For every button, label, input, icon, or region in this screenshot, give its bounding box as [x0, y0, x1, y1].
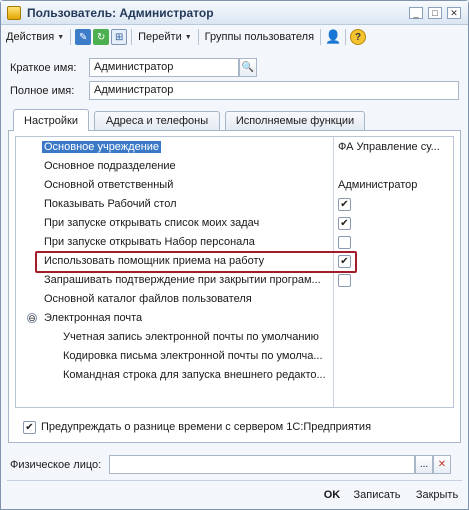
settings-row[interactable]: Основной ответственный Администратор [16, 176, 453, 195]
minimize-button[interactable]: _ [409, 7, 423, 19]
title-bar: Пользователь: Администратор _ □ ✕ [1, 1, 468, 25]
settings-row[interactable]: Командная строка для запуска внешнего ре… [16, 366, 453, 385]
toolbar-separator [197, 29, 199, 45]
go-label: Перейти [138, 31, 182, 43]
settings-checkbox[interactable]: ✔ [338, 198, 351, 211]
settings-row-name: Основной каталог файлов пользователя [44, 293, 252, 305]
select-button[interactable]: ... [415, 455, 433, 474]
settings-row-name: Кодировка письма электронной почты по ум… [63, 350, 323, 362]
settings-checkbox[interactable] [338, 274, 351, 287]
settings-row[interactable]: При запуске открывать список моих задач … [16, 214, 453, 233]
toolbar-separator [320, 29, 322, 45]
app-icon [7, 6, 21, 20]
settings-row-name: Основной ответственный [44, 179, 174, 191]
settings-row[interactable]: Учетная запись электронной почты по умол… [16, 328, 453, 347]
settings-row-name: Командная строка для запуска внешнего ре… [63, 369, 326, 381]
edit-icon[interactable]: ✎ [75, 29, 92, 45]
toolbar-separator [345, 29, 347, 45]
settings-row[interactable]: Основное подразделение [16, 157, 453, 176]
tab-functions[interactable]: Исполняемые функции [225, 111, 365, 130]
ok-button[interactable]: OK [319, 485, 345, 505]
settings-row[interactable]: Основное учреждение ФА Управление су... [16, 138, 453, 157]
settings-row[interactable]: Основной каталог файлов пользователя [16, 290, 453, 309]
settings-row[interactable]: При запуске открывать Набор персонала [16, 233, 453, 252]
settings-group-row[interactable]: ⊖ Электронная почта [16, 309, 453, 328]
close-window-button[interactable]: ✕ [447, 7, 461, 19]
settings-row[interactable]: Показывать Рабочий стол ✔ [16, 195, 453, 214]
chevron-down-icon: ▼ [184, 33, 192, 41]
toolbar-separator [131, 29, 133, 45]
clear-icon[interactable]: ✕ [433, 455, 451, 474]
settings-checkbox[interactable]: ✔ [338, 217, 351, 230]
settings-row-name: Показывать Рабочий стол [44, 198, 177, 210]
settings-row[interactable]: Запрашивать подтверждение при закрытии п… [16, 271, 453, 290]
settings-row-name: Учетная запись электронной почты по умол… [63, 331, 319, 343]
settings-row-value[interactable]: ФА Управление су... [338, 141, 450, 153]
settings-row-name: Основное учреждение [42, 141, 162, 153]
toolbar: Действия ▼ ✎ ↻ ⊞ Перейти ▼ Группы пользо… [3, 26, 466, 48]
individual-label: Физическое лицо: [10, 459, 102, 471]
collapse-icon[interactable]: ⊖ [27, 313, 37, 323]
highlight-frame [35, 251, 357, 273]
individual-input[interactable] [109, 455, 415, 474]
tab-addresses[interactable]: Адреса и телефоны [94, 111, 220, 130]
write-button[interactable]: Записать [349, 485, 405, 505]
bottom-divider [7, 480, 462, 481]
search-icon[interactable]: 🔍 [239, 58, 257, 77]
chevron-down-icon: ▼ [57, 33, 65, 41]
actions-label: Действия [6, 31, 55, 43]
toolbar-separator [70, 29, 72, 45]
short-name-label: Краткое имя: [10, 62, 77, 74]
user-groups-button[interactable]: Группы пользователя [202, 27, 317, 47]
user-icon[interactable]: 👤 [325, 29, 341, 45]
short-name-input[interactable]: Администратор [89, 58, 239, 77]
settings-row-name: При запуске открывать Набор персонала [44, 236, 255, 248]
structure-icon[interactable]: ⊞ [111, 29, 128, 45]
refresh-icon[interactable]: ↻ [93, 29, 110, 45]
settings-checkbox[interactable] [338, 236, 351, 249]
window-title: Пользователь: Администратор [27, 6, 214, 20]
close-button[interactable]: Закрыть [411, 485, 463, 505]
full-name-label: Полное имя: [10, 85, 75, 97]
settings-row-name: При запуске открывать список моих задач [44, 217, 260, 229]
actions-menu-button[interactable]: Действия ▼ [3, 27, 67, 47]
time-warning-checkbox[interactable]: ✔ [23, 421, 36, 434]
user-form-window: Пользователь: Администратор _ □ ✕ Действ… [0, 0, 469, 510]
maximize-button[interactable]: □ [428, 7, 442, 19]
settings-row-value[interactable]: Администратор [338, 179, 450, 191]
settings-row-name: Электронная почта [44, 312, 143, 324]
time-warning-label: Предупреждать о разнице времени с сервер… [41, 421, 372, 433]
settings-row-name: Запрашивать подтверждение при закрытии п… [44, 274, 321, 286]
settings-row-name: Основное подразделение [44, 160, 176, 172]
settings-row[interactable]: Кодировка письма электронной почты по ум… [16, 347, 453, 366]
help-icon[interactable]: ? [350, 29, 367, 45]
tab-settings[interactable]: Настройки [13, 109, 89, 131]
full-name-input[interactable]: Администратор [89, 81, 459, 100]
go-menu-button[interactable]: Перейти ▼ [135, 27, 195, 47]
